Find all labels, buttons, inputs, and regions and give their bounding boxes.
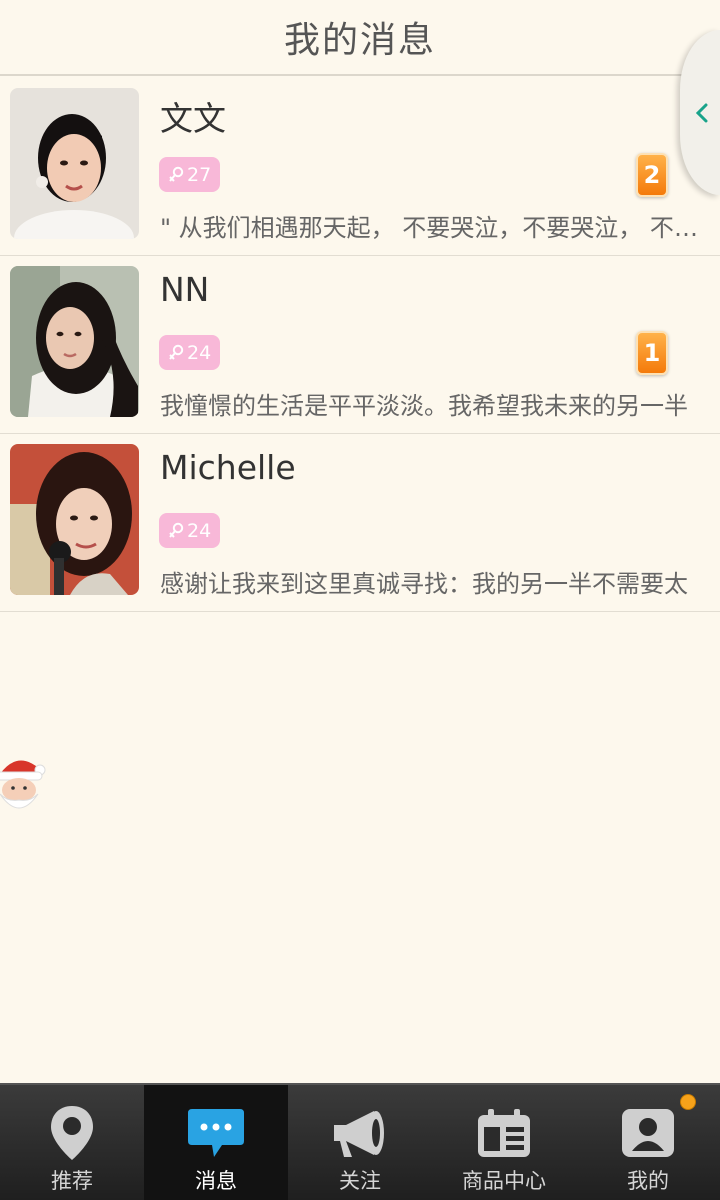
unread-count-badge: 2: [636, 153, 668, 197]
calendar-list-icon: [478, 1109, 530, 1157]
megaphone-icon: [334, 1111, 384, 1157]
message-row[interactable]: 文文 27 2 " 从我们相遇那天起， 不要哭泣，不要哭泣， 不要哭泣: [0, 78, 720, 256]
tab-label: 消息: [195, 1169, 237, 1193]
message-row[interactable]: NN 24 1 我憧憬的生活是平平淡淡。我希望我未来的另一半: [0, 256, 720, 434]
page-title: 我的消息: [283, 20, 436, 61]
message-list: 文文 27 2 " 从我们相遇那天起， 不要哭泣，不要哭泣， 不要哭泣 NN 2…: [0, 78, 720, 612]
tab-label: 商品中心: [462, 1169, 546, 1193]
tab-label: 关注: [339, 1169, 381, 1193]
contact-name: NN: [160, 270, 210, 309]
santa-floating-icon[interactable]: [0, 752, 48, 822]
avatar[interactable]: [10, 266, 139, 417]
bottom-tab-bar: 推荐 消息 关注 商品中心 我的: [0, 1083, 720, 1200]
female-symbol-icon: [169, 522, 184, 538]
top-bar: 我的消息: [0, 0, 720, 76]
message-preview: 我憧憬的生活是平平淡淡。我希望我未来的另一半: [160, 392, 688, 420]
tab-label: 我的: [627, 1169, 669, 1193]
contact-name: 文文: [160, 99, 226, 138]
unread-count-badge: 1: [636, 331, 668, 375]
user-icon: [622, 1109, 674, 1157]
age-badge: 24: [159, 335, 221, 370]
tab-label: 推荐: [51, 1169, 93, 1193]
tab-mine[interactable]: 我的: [576, 1085, 720, 1200]
female-symbol-icon: [169, 166, 184, 182]
female-symbol-icon: [169, 344, 184, 360]
contact-name: Michelle: [160, 448, 296, 487]
message-preview: " 从我们相遇那天起， 不要哭泣，不要哭泣， 不要哭泣: [160, 214, 700, 242]
age-badge: 27: [159, 157, 221, 192]
message-row[interactable]: Michelle 24 感谢让我来到这里真诚寻找：我的另一半不需要太: [0, 434, 720, 612]
avatar[interactable]: [10, 88, 139, 239]
tab-recommend[interactable]: 推荐: [0, 1085, 144, 1200]
age-badge: 24: [159, 513, 221, 548]
avatar[interactable]: [10, 444, 139, 595]
tab-messages[interactable]: 消息: [144, 1085, 288, 1200]
age-value: 27: [187, 163, 212, 186]
chat-bubble-icon: [188, 1109, 244, 1157]
tab-follow[interactable]: 关注: [288, 1085, 432, 1200]
age-value: 24: [187, 519, 212, 542]
location-pin-icon: [51, 1106, 93, 1160]
notification-dot: [680, 1094, 696, 1110]
age-value: 24: [187, 341, 212, 364]
message-preview: 感谢让我来到这里真诚寻找：我的另一半不需要太: [160, 570, 688, 598]
tab-product-center[interactable]: 商品中心: [432, 1085, 576, 1200]
